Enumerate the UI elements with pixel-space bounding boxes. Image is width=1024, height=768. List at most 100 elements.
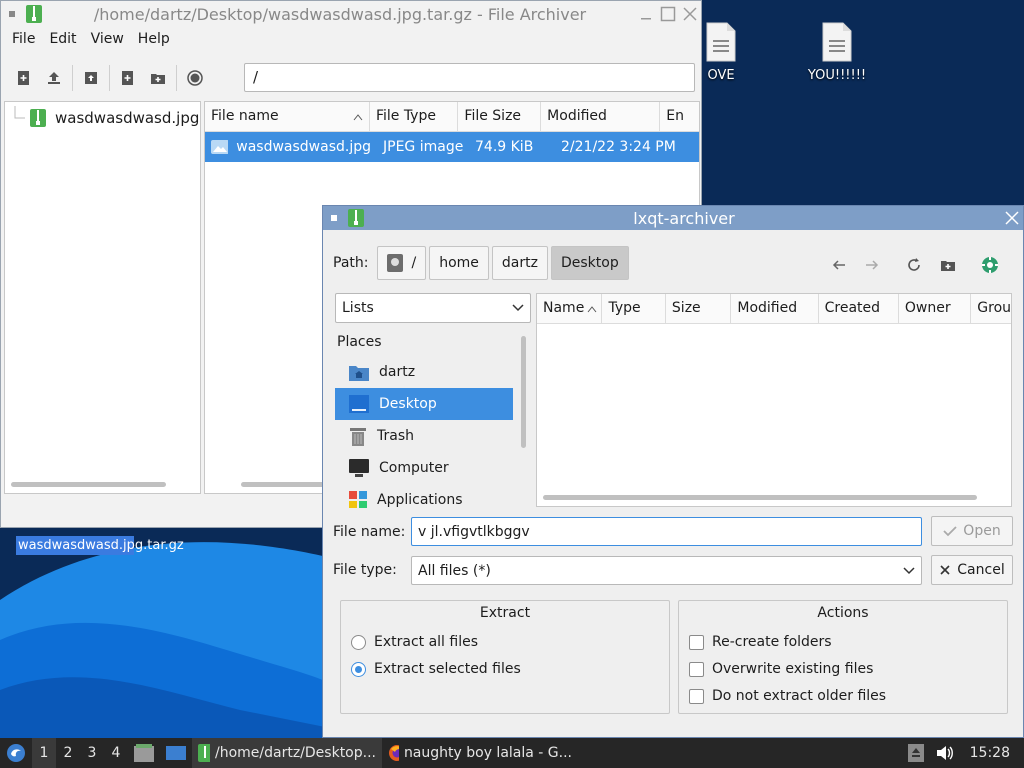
tray-volume[interactable] (930, 738, 960, 768)
file-manager-launcher[interactable] (128, 738, 160, 768)
archive-icon (30, 109, 46, 127)
window-title: /home/dartz/Desktop/wasdwasdwasd.jpg.tar… (93, 4, 587, 24)
close-button[interactable] (679, 3, 701, 25)
task-file-archiver[interactable]: /home/dartz/Desktop... (192, 738, 382, 768)
horizontal-scrollbar[interactable] (11, 482, 166, 487)
file-name-input[interactable]: v jl.vfigvtlkbggv (411, 517, 922, 546)
workspace-4[interactable]: 4 (104, 738, 128, 768)
column-header-group[interactable]: Grou (971, 294, 1011, 323)
close-button[interactable] (1001, 207, 1023, 229)
start-menu-button[interactable] (0, 738, 32, 768)
back-arrow-icon[interactable] (826, 252, 852, 278)
new-archive-icon[interactable] (113, 63, 143, 93)
checkbox[interactable] (689, 661, 704, 677)
menu-file[interactable]: File (5, 29, 42, 53)
reload-icon[interactable] (901, 252, 927, 278)
do-not-extract-older-files-checkbox[interactable]: Do not extract older files (689, 688, 886, 704)
radio-button-selected[interactable] (351, 661, 366, 677)
image-file-icon (211, 140, 229, 154)
add-file-icon[interactable] (9, 63, 39, 93)
archive-icon[interactable] (76, 63, 106, 93)
view-options-icon[interactable] (977, 252, 1003, 278)
crumb-root[interactable]: / (377, 246, 427, 280)
column-header-size[interactable]: Size (666, 294, 732, 323)
show-desktop-launcher[interactable] (160, 738, 192, 768)
minimize-button[interactable] (635, 3, 657, 25)
extract-all-files-radio[interactable]: Extract all files (351, 634, 478, 650)
workspace-2[interactable]: 2 (56, 738, 80, 768)
crumb-dartz[interactable]: dartz (491, 246, 548, 280)
window-menu-icon[interactable] (1, 3, 23, 25)
menu-edit[interactable]: Edit (42, 29, 83, 53)
eject-icon (907, 744, 924, 762)
table-row[interactable]: wasdwasdwasd.jpg JPEG image 74.9 KiB 2/2… (205, 132, 699, 162)
extract-icon[interactable] (39, 63, 69, 93)
maximize-button[interactable] (657, 3, 679, 25)
toolbar-separator (176, 65, 177, 91)
column-header-file-name[interactable]: File name (205, 102, 370, 131)
lxqt-logo-icon (7, 744, 25, 762)
computer-icon (349, 459, 369, 477)
text-document-icon (822, 22, 852, 62)
forward-arrow-icon[interactable] (859, 252, 885, 278)
overwrite-existing-files-checkbox[interactable]: Overwrite existing files (689, 661, 873, 677)
menu-view[interactable]: View (84, 29, 131, 53)
extract-selected-files-radio[interactable]: Extract selected files (351, 661, 521, 677)
open-button[interactable]: Open (931, 516, 1013, 546)
place-applications[interactable]: Applications (335, 484, 513, 508)
column-header-row: Name Type Size Modified Created Owner Gr… (537, 294, 1011, 324)
show-desktop-icon (166, 746, 186, 760)
crumb-home[interactable]: home (429, 246, 489, 280)
cancel-button[interactable]: Cancel (931, 555, 1013, 585)
desktop-icon-you[interactable]: YOU!!!!!! (792, 22, 882, 83)
desktop-icon (349, 395, 369, 413)
task-firefox[interactable]: naughty boy lalala - G... (382, 738, 578, 768)
actions-group: Actions Re-create folders Overwrite exis… (678, 600, 1008, 714)
new-folder-icon[interactable] (935, 252, 961, 278)
titlebar[interactable]: lxqt-archiver (323, 206, 1023, 230)
folder-tree: wasdwasdwasd.jpg.tar.gz (4, 101, 201, 494)
column-header-file-size[interactable]: File Size (458, 102, 542, 131)
column-header-name[interactable]: Name (537, 294, 603, 323)
workspace-1[interactable]: 1 (32, 738, 56, 768)
path-label: Path: (333, 255, 369, 271)
place-trash[interactable]: Trash (335, 420, 513, 452)
tree-item-archive[interactable]: wasdwasdwasd.jpg.tar.gz (29, 108, 200, 128)
place-computer[interactable]: Computer (335, 452, 513, 484)
checkbox[interactable] (689, 688, 704, 704)
column-header-row: File name File Type File Size Modified E… (205, 102, 699, 132)
horizontal-scrollbar[interactable] (543, 495, 977, 500)
toolbar-separator (72, 65, 73, 91)
location-input[interactable]: / (244, 63, 695, 92)
archive-icon (23, 3, 45, 25)
stop-icon[interactable] (180, 63, 210, 93)
add-folder-icon[interactable] (143, 63, 173, 93)
column-header-owner[interactable]: Owner (899, 294, 972, 323)
crumb-desktop[interactable]: Desktop (550, 246, 629, 280)
view-combo[interactable]: Lists (335, 293, 531, 323)
checkbox[interactable] (689, 634, 704, 650)
column-header-modified[interactable]: Modified (541, 102, 661, 131)
desktop-selected-file-label[interactable]: wasdwasdwasd.jpg.tar.gz (16, 536, 184, 555)
window-menu-icon[interactable] (323, 207, 345, 229)
workspace-3[interactable]: 3 (80, 738, 104, 768)
recreate-folders-checkbox[interactable]: Re-create folders (689, 634, 832, 650)
menu-help[interactable]: Help (131, 29, 177, 53)
archive-icon (345, 207, 367, 229)
chevron-down-icon (903, 566, 915, 574)
tray-eject[interactable] (902, 738, 930, 768)
titlebar[interactable]: /home/dartz/Desktop/wasdwasdwasd.jpg.tar… (1, 1, 701, 27)
place-desktop[interactable]: Desktop (335, 388, 513, 420)
place-dartz[interactable]: dartz (335, 356, 513, 388)
column-header-type[interactable]: Type (602, 294, 666, 323)
radio-button[interactable] (351, 634, 366, 650)
vertical-scrollbar[interactable] (521, 336, 526, 448)
cell-modified: 2/21/22 3:24 PM (561, 139, 676, 155)
column-header-modified[interactable]: Modified (731, 294, 819, 323)
file-type-combo[interactable]: All files (*) (411, 556, 922, 585)
column-header-encrypted[interactable]: En (660, 102, 699, 131)
clock[interactable]: 15:28 (960, 738, 1024, 768)
column-header-created[interactable]: Created (819, 294, 899, 323)
column-header-file-type[interactable]: File Type (370, 102, 459, 131)
extract-group: Extract Extract all files Extract select… (340, 600, 670, 714)
